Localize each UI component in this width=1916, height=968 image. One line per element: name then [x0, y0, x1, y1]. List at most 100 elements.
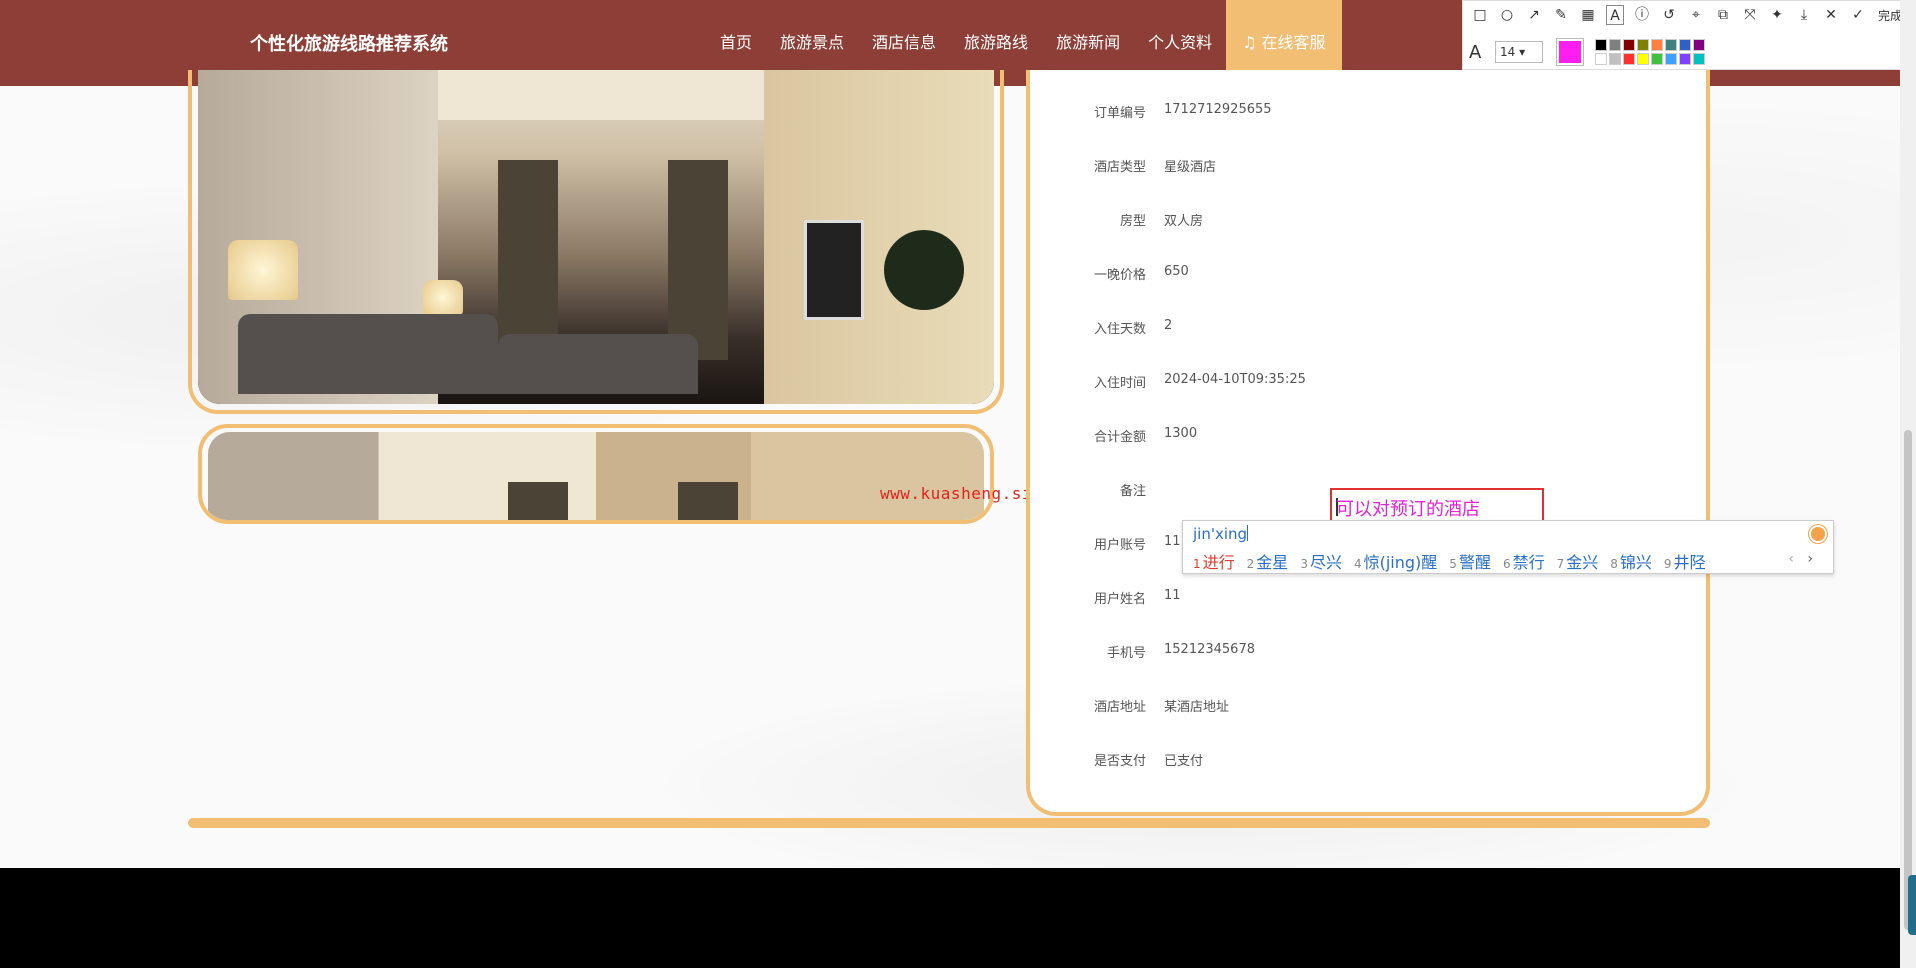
ime-logo-icon[interactable]: [1808, 524, 1828, 544]
ime-candidate-text: 井陉: [1673, 553, 1706, 572]
color-swatch[interactable]: [1609, 53, 1621, 65]
check-icon[interactable]: ✓: [1849, 5, 1867, 25]
color-swatch[interactable]: [1651, 53, 1663, 65]
scroll-capture-icon[interactable]: ⤧: [1741, 5, 1759, 25]
detail-value: 2: [1164, 318, 1173, 333]
undo-icon[interactable]: ↺: [1660, 5, 1678, 25]
ime-candidate[interactable]: 8 锦兴: [1610, 549, 1652, 573]
save-icon[interactable]: ⤓: [1795, 5, 1813, 25]
color-swatch[interactable]: [1595, 53, 1607, 65]
detail-label: 房型: [1119, 214, 1146, 229]
ime-candidate-text: 警醒: [1458, 553, 1491, 572]
side-tray-tab[interactable]: [1908, 875, 1916, 935]
annotation-text: 可以对预订的酒店: [1336, 499, 1480, 520]
ime-candidate[interactable]: 6 禁行: [1503, 549, 1545, 573]
ime-candidate-text: 禁行: [1512, 553, 1545, 572]
detail-label: 用户姓名: [1093, 592, 1146, 607]
ime-candidate-text: 进行: [1202, 553, 1235, 572]
color-swatch[interactable]: [1623, 53, 1635, 65]
hotel-thumbnail-image[interactable]: [198, 424, 994, 524]
detail-label: 是否支付: [1093, 754, 1146, 769]
detail-value: 已支付: [1164, 754, 1204, 769]
color-swatch[interactable]: [1595, 39, 1607, 51]
number-icon[interactable]: ⓘ: [1633, 5, 1651, 25]
color-swatch[interactable]: [1693, 53, 1705, 65]
detail-label: 酒店地址: [1093, 700, 1146, 715]
done-button[interactable]: 完成: [1878, 7, 1902, 24]
page-scrollbar[interactable]: [1900, 0, 1916, 968]
color-swatch[interactable]: [1637, 53, 1649, 65]
ime-candidate-text: 惊(jing)醒: [1363, 553, 1438, 572]
scrollbar-thumb[interactable]: [1904, 430, 1912, 930]
color-palette: [1595, 39, 1705, 65]
ime-candidate[interactable]: 1 进行: [1193, 549, 1235, 573]
ime-candidate[interactable]: 7 金兴: [1557, 549, 1599, 573]
copy-icon[interactable]: ⧉: [1714, 5, 1732, 25]
ime-candidate-text: 金兴: [1566, 553, 1599, 572]
color-swatch[interactable]: [1609, 39, 1621, 51]
detail-label: 用户账号: [1093, 538, 1146, 553]
mosaic-icon[interactable]: ▦: [1579, 5, 1597, 25]
pen-icon[interactable]: ✎: [1552, 5, 1570, 25]
bell-icon: ♫: [1242, 33, 1262, 52]
bottom-divider: [188, 818, 1710, 828]
detail-label: 一晚价格: [1093, 268, 1146, 283]
nav-online-service-label: 在线客服: [1261, 33, 1326, 52]
ime-candidate-text: 尽兴: [1309, 553, 1342, 572]
color-swatch[interactable]: [1623, 39, 1635, 51]
color-swatch[interactable]: [1693, 39, 1705, 51]
site-title: 个性化旅游线路推荐系统: [250, 34, 448, 55]
ime-candidate[interactable]: 2 金星: [1247, 549, 1289, 573]
ime-candidate-text: 锦兴: [1619, 553, 1652, 572]
color-swatch[interactable]: [1651, 39, 1663, 51]
detail-label: 酒店类型: [1093, 160, 1146, 175]
pin-to-desktop-icon[interactable]: ✦: [1768, 5, 1786, 25]
color-swatch[interactable]: [1665, 53, 1677, 65]
detail-value: 某酒店地址: [1164, 700, 1230, 715]
ime-candidates: 1 进行 2 金星 3 尽兴 4 惊(jing)醒 5 警醒 6 禁行 7 金兴 8 锦兴 9 井陉: [1193, 549, 1706, 573]
detail-value: 650: [1164, 264, 1189, 279]
ime-candidate-number: 7: [1556, 557, 1565, 571]
ime-candidate-number: 8: [1610, 557, 1618, 571]
pin-icon[interactable]: ⌖: [1687, 5, 1705, 25]
annotation-text-box[interactable]: 可以对预订的酒店: [1330, 488, 1544, 522]
ime-candidate[interactable]: 3 尽兴: [1300, 549, 1342, 573]
ime-candidate[interactable]: 4 惊(jing)醒: [1354, 549, 1437, 573]
close-icon[interactable]: ✕: [1822, 5, 1840, 25]
detail-value: 双人房: [1164, 214, 1204, 229]
color-swatch[interactable]: [1679, 39, 1691, 51]
text-icon[interactable]: A: [1606, 5, 1624, 25]
detail-label: 备注: [1119, 484, 1146, 499]
ime-candidate[interactable]: 9 井陉: [1664, 549, 1706, 573]
font-size-icon: A: [1469, 41, 1482, 63]
ime-candidate-number: 1: [1193, 557, 1201, 571]
ime-composition: jin'xing: [1193, 525, 1249, 543]
arrow-icon[interactable]: ↗: [1525, 5, 1543, 25]
color-swatch[interactable]: [1637, 39, 1649, 51]
font-size-select[interactable]: 14 ▾: [1495, 41, 1543, 63]
ellipse-icon[interactable]: ○: [1498, 5, 1516, 25]
font-size-value: 14: [1500, 45, 1516, 59]
detail-value: 15212345678: [1164, 642, 1255, 657]
detail-value: 2024-04-10T09:35:25: [1164, 372, 1306, 387]
detail-label: 入住时间: [1093, 376, 1146, 391]
color-swatch[interactable]: [1665, 39, 1677, 51]
detail-label: 合计金额: [1093, 430, 1146, 445]
ime-candidate[interactable]: 5 警醒: [1449, 549, 1491, 573]
ime-candidate-number: 5: [1449, 557, 1457, 571]
ime-next-icon[interactable]: ›: [1807, 551, 1813, 567]
color-swatch[interactable]: [1679, 53, 1691, 65]
rectangle-icon[interactable]: □: [1471, 5, 1489, 25]
detail-value: 星级酒店: [1164, 160, 1217, 175]
detail-label: 订单编号: [1093, 106, 1146, 121]
snip-style-row: A 14 ▾: [1469, 38, 1705, 66]
snip-tools-row: □ ○ ↗ ✎ ▦ A ⓘ ↺ ⌖ ⧉ ⤧ ✦ ⤓ ✕ ✓ 完成: [1471, 5, 1902, 25]
ime-candidate-text: 金星: [1256, 553, 1289, 572]
current-color-swatch[interactable]: [1556, 38, 1584, 66]
hotel-main-image: [188, 70, 1004, 414]
detail-value: 11: [1164, 588, 1181, 603]
ime-prev-icon[interactable]: ‹: [1788, 551, 1794, 567]
ime-composition-text: jin'xing: [1193, 525, 1248, 543]
ime-candidate-number: 3: [1300, 557, 1308, 571]
detail-label: 手机号: [1106, 646, 1146, 661]
